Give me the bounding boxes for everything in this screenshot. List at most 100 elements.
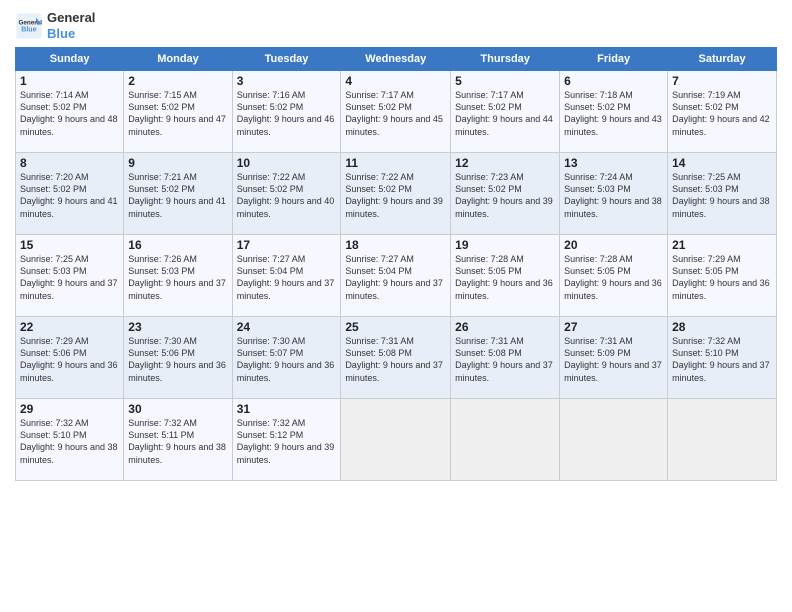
day-info: Sunrise: 7:27 AMSunset: 5:04 PMDaylight:…: [345, 253, 446, 302]
day-info: Sunrise: 7:22 AMSunset: 5:02 PMDaylight:…: [345, 171, 446, 220]
day-number: 20: [564, 238, 663, 252]
day-number: 10: [237, 156, 337, 170]
day-header-saturday: Saturday: [668, 48, 777, 71]
day-info: Sunrise: 7:19 AMSunset: 5:02 PMDaylight:…: [672, 89, 772, 138]
day-header-sunday: Sunday: [16, 48, 124, 71]
day-info: Sunrise: 7:16 AMSunset: 5:02 PMDaylight:…: [237, 89, 337, 138]
day-cell-25: 25 Sunrise: 7:31 AMSunset: 5:08 PMDaylig…: [341, 317, 451, 399]
day-header-tuesday: Tuesday: [232, 48, 341, 71]
empty-cell: [560, 399, 668, 481]
day-number: 22: [20, 320, 119, 334]
day-info: Sunrise: 7:15 AMSunset: 5:02 PMDaylight:…: [128, 89, 227, 138]
day-info: Sunrise: 7:31 AMSunset: 5:08 PMDaylight:…: [345, 335, 446, 384]
day-cell-24: 24 Sunrise: 7:30 AMSunset: 5:07 PMDaylig…: [232, 317, 341, 399]
day-header-monday: Monday: [124, 48, 232, 71]
day-cell-13: 13 Sunrise: 7:24 AMSunset: 5:03 PMDaylig…: [560, 153, 668, 235]
day-info: Sunrise: 7:17 AMSunset: 5:02 PMDaylight:…: [455, 89, 555, 138]
calendar-container: General Blue General Blue SundayMondayTu…: [0, 0, 792, 491]
day-info: Sunrise: 7:17 AMSunset: 5:02 PMDaylight:…: [345, 89, 446, 138]
day-info: Sunrise: 7:28 AMSunset: 5:05 PMDaylight:…: [455, 253, 555, 302]
day-info: Sunrise: 7:32 AMSunset: 5:11 PMDaylight:…: [128, 417, 227, 466]
day-number: 16: [128, 238, 227, 252]
day-number: 11: [345, 156, 446, 170]
day-info: Sunrise: 7:22 AMSunset: 5:02 PMDaylight:…: [237, 171, 337, 220]
day-number: 2: [128, 74, 227, 88]
day-cell-7: 7 Sunrise: 7:19 AMSunset: 5:02 PMDayligh…: [668, 71, 777, 153]
day-info: Sunrise: 7:29 AMSunset: 5:06 PMDaylight:…: [20, 335, 119, 384]
day-cell-5: 5 Sunrise: 7:17 AMSunset: 5:02 PMDayligh…: [451, 71, 560, 153]
day-number: 26: [455, 320, 555, 334]
day-info: Sunrise: 7:32 AMSunset: 5:12 PMDaylight:…: [237, 417, 337, 466]
week-row-2: 8 Sunrise: 7:20 AMSunset: 5:02 PMDayligh…: [16, 153, 777, 235]
day-cell-26: 26 Sunrise: 7:31 AMSunset: 5:08 PMDaylig…: [451, 317, 560, 399]
empty-cell: [451, 399, 560, 481]
day-cell-1: 1 Sunrise: 7:14 AMSunset: 5:02 PMDayligh…: [16, 71, 124, 153]
day-number: 23: [128, 320, 227, 334]
day-number: 28: [672, 320, 772, 334]
day-number: 7: [672, 74, 772, 88]
day-number: 9: [128, 156, 227, 170]
day-number: 13: [564, 156, 663, 170]
day-info: Sunrise: 7:30 AMSunset: 5:07 PMDaylight:…: [237, 335, 337, 384]
day-info: Sunrise: 7:31 AMSunset: 5:09 PMDaylight:…: [564, 335, 663, 384]
day-number: 18: [345, 238, 446, 252]
day-cell-31: 31 Sunrise: 7:32 AMSunset: 5:12 PMDaylig…: [232, 399, 341, 481]
day-number: 12: [455, 156, 555, 170]
day-info: Sunrise: 7:27 AMSunset: 5:04 PMDaylight:…: [237, 253, 337, 302]
day-cell-19: 19 Sunrise: 7:28 AMSunset: 5:05 PMDaylig…: [451, 235, 560, 317]
empty-cell: [668, 399, 777, 481]
header-row: SundayMondayTuesdayWednesdayThursdayFrid…: [16, 48, 777, 71]
day-cell-11: 11 Sunrise: 7:22 AMSunset: 5:02 PMDaylig…: [341, 153, 451, 235]
day-info: Sunrise: 7:32 AMSunset: 5:10 PMDaylight:…: [20, 417, 119, 466]
week-row-4: 22 Sunrise: 7:29 AMSunset: 5:06 PMDaylig…: [16, 317, 777, 399]
week-row-1: 1 Sunrise: 7:14 AMSunset: 5:02 PMDayligh…: [16, 71, 777, 153]
day-number: 14: [672, 156, 772, 170]
day-number: 21: [672, 238, 772, 252]
day-info: Sunrise: 7:21 AMSunset: 5:02 PMDaylight:…: [128, 171, 227, 220]
day-info: Sunrise: 7:25 AMSunset: 5:03 PMDaylight:…: [20, 253, 119, 302]
day-number: 8: [20, 156, 119, 170]
day-cell-12: 12 Sunrise: 7:23 AMSunset: 5:02 PMDaylig…: [451, 153, 560, 235]
logo-text: General Blue: [47, 10, 95, 41]
day-info: Sunrise: 7:18 AMSunset: 5:02 PMDaylight:…: [564, 89, 663, 138]
day-cell-30: 30 Sunrise: 7:32 AMSunset: 5:11 PMDaylig…: [124, 399, 232, 481]
day-number: 24: [237, 320, 337, 334]
day-number: 6: [564, 74, 663, 88]
day-number: 25: [345, 320, 446, 334]
day-cell-6: 6 Sunrise: 7:18 AMSunset: 5:02 PMDayligh…: [560, 71, 668, 153]
day-info: Sunrise: 7:30 AMSunset: 5:06 PMDaylight:…: [128, 335, 227, 384]
day-header-thursday: Thursday: [451, 48, 560, 71]
day-number: 4: [345, 74, 446, 88]
day-number: 5: [455, 74, 555, 88]
day-cell-16: 16 Sunrise: 7:26 AMSunset: 5:03 PMDaylig…: [124, 235, 232, 317]
empty-cell: [341, 399, 451, 481]
day-cell-8: 8 Sunrise: 7:20 AMSunset: 5:02 PMDayligh…: [16, 153, 124, 235]
day-cell-29: 29 Sunrise: 7:32 AMSunset: 5:10 PMDaylig…: [16, 399, 124, 481]
day-cell-17: 17 Sunrise: 7:27 AMSunset: 5:04 PMDaylig…: [232, 235, 341, 317]
day-number: 30: [128, 402, 227, 416]
day-cell-15: 15 Sunrise: 7:25 AMSunset: 5:03 PMDaylig…: [16, 235, 124, 317]
day-number: 29: [20, 402, 119, 416]
week-row-3: 15 Sunrise: 7:25 AMSunset: 5:03 PMDaylig…: [16, 235, 777, 317]
day-info: Sunrise: 7:24 AMSunset: 5:03 PMDaylight:…: [564, 171, 663, 220]
day-cell-10: 10 Sunrise: 7:22 AMSunset: 5:02 PMDaylig…: [232, 153, 341, 235]
day-cell-22: 22 Sunrise: 7:29 AMSunset: 5:06 PMDaylig…: [16, 317, 124, 399]
day-number: 15: [20, 238, 119, 252]
day-info: Sunrise: 7:14 AMSunset: 5:02 PMDaylight:…: [20, 89, 119, 138]
day-header-friday: Friday: [560, 48, 668, 71]
day-cell-21: 21 Sunrise: 7:29 AMSunset: 5:05 PMDaylig…: [668, 235, 777, 317]
day-cell-3: 3 Sunrise: 7:16 AMSunset: 5:02 PMDayligh…: [232, 71, 341, 153]
calendar-table: SundayMondayTuesdayWednesdayThursdayFrid…: [15, 47, 777, 481]
day-number: 19: [455, 238, 555, 252]
day-info: Sunrise: 7:25 AMSunset: 5:03 PMDaylight:…: [672, 171, 772, 220]
day-info: Sunrise: 7:28 AMSunset: 5:05 PMDaylight:…: [564, 253, 663, 302]
day-info: Sunrise: 7:31 AMSunset: 5:08 PMDaylight:…: [455, 335, 555, 384]
day-number: 3: [237, 74, 337, 88]
day-info: Sunrise: 7:26 AMSunset: 5:03 PMDaylight:…: [128, 253, 227, 302]
day-cell-23: 23 Sunrise: 7:30 AMSunset: 5:06 PMDaylig…: [124, 317, 232, 399]
day-info: Sunrise: 7:29 AMSunset: 5:05 PMDaylight:…: [672, 253, 772, 302]
day-cell-2: 2 Sunrise: 7:15 AMSunset: 5:02 PMDayligh…: [124, 71, 232, 153]
day-number: 17: [237, 238, 337, 252]
day-cell-27: 27 Sunrise: 7:31 AMSunset: 5:09 PMDaylig…: [560, 317, 668, 399]
week-row-5: 29 Sunrise: 7:32 AMSunset: 5:10 PMDaylig…: [16, 399, 777, 481]
